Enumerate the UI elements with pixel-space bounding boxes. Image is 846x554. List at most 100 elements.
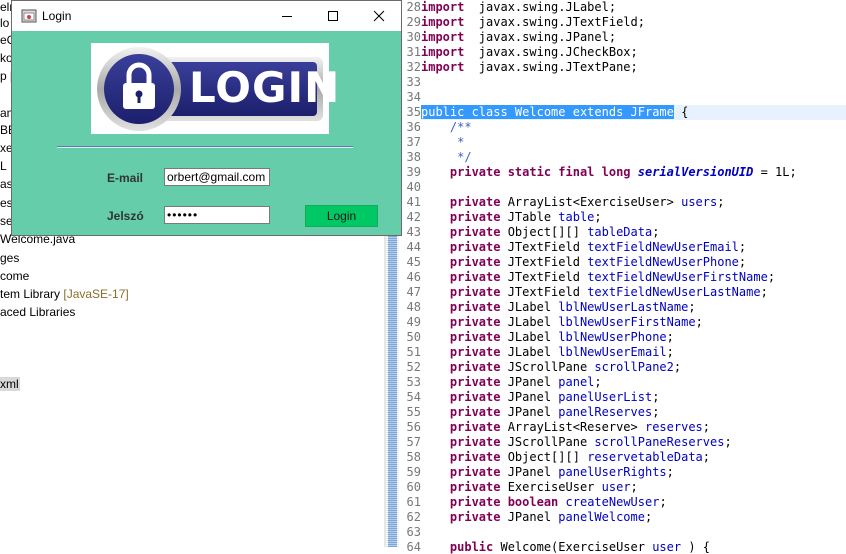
code-line: private boolean createNewUser; — [421, 495, 667, 509]
code-token: private static final long — [421, 165, 638, 179]
code-token: lblNewUserLastName — [558, 300, 689, 314]
code-token: private — [421, 210, 501, 224]
code-token: JLabel — [500, 345, 559, 359]
code-token: JScrollPane — [500, 435, 595, 449]
line-number: 34 — [406, 90, 421, 104]
code-token: private — [421, 450, 501, 464]
code-token: import — [421, 15, 465, 29]
code-token: private — [421, 195, 501, 209]
code-token: JScrollPane — [500, 360, 595, 374]
code-token: private — [421, 345, 501, 359]
line-number: 60 — [406, 480, 421, 494]
line-number: 63 — [406, 525, 421, 539]
code-token: JPanel — [500, 510, 559, 524]
code-token: ; — [717, 195, 725, 209]
code-token: panelUserRights — [558, 465, 667, 479]
code-line: private Object[][] reservetableData; — [421, 450, 710, 464]
title-bar[interactable]: Login — [12, 1, 401, 31]
code-token: JTextField — [500, 240, 588, 254]
maximize-icon — [328, 11, 338, 21]
code-token: private — [421, 405, 501, 419]
login-button[interactable]: Login — [305, 205, 378, 227]
code-line: import javax.swing.JPanel; — [421, 30, 616, 44]
code-token: panelWelcome — [558, 510, 645, 524]
code-token: = 1L; — [753, 165, 797, 179]
line-number: 64 — [406, 540, 421, 554]
code-line: /** — [421, 120, 472, 134]
tree-item[interactable]: aced Libraries — [0, 305, 75, 319]
code-line: private Object[][] tableData; — [421, 225, 660, 239]
code-token: Object[][] — [500, 225, 588, 239]
code-token: ; — [724, 435, 732, 449]
line-number: 48 — [406, 300, 421, 314]
code-token: javax.swing.JPanel; — [464, 30, 617, 44]
code-token: JPanel — [500, 375, 559, 389]
code-token: createNewUser — [565, 495, 660, 509]
line-number: 61 — [406, 495, 421, 509]
tree-item[interactable]: lo — [0, 16, 9, 30]
line-number: 53 — [406, 375, 421, 389]
code-token: import — [421, 0, 465, 14]
line-number: 51 — [406, 345, 421, 359]
code-token: ; — [652, 225, 660, 239]
tree-item[interactable]: ges — [0, 251, 19, 265]
code-token: ArrayList<Reserve> — [500, 420, 645, 434]
code-token: Object[][] — [500, 450, 588, 464]
code-token: private — [421, 435, 501, 449]
code-line: private static final long serialVersionU… — [421, 165, 797, 179]
code-token: ; — [688, 300, 696, 314]
code-token: private — [421, 255, 501, 269]
code-token: import — [421, 60, 465, 74]
code-line: private JTextField textFieldNewUserPhone… — [421, 255, 746, 269]
code-token: textFieldNewUserEmail — [587, 240, 739, 254]
code-token: /** — [421, 120, 472, 134]
minimize-button[interactable] — [264, 1, 310, 31]
login-window: Login LOGIN E-mail orbert@gmail.com Jels… — [11, 0, 402, 236]
code-token: ; — [652, 405, 660, 419]
code-line: private JScrollPane scrollPane2; — [421, 360, 681, 374]
line-number: 30 — [406, 30, 421, 44]
line-number: 62 — [406, 510, 421, 524]
code-token: ; — [659, 495, 667, 509]
line-number: 55 — [406, 405, 421, 419]
email-field[interactable]: orbert@gmail.com — [164, 168, 270, 186]
code-line: private ExerciseUser user; — [421, 480, 638, 494]
code-token: ; — [666, 345, 674, 359]
code-token: private — [421, 240, 501, 254]
tree-item[interactable]: L — [0, 159, 7, 173]
code-token: private — [421, 510, 501, 524]
code-token: JTextField — [500, 285, 588, 299]
maximize-button[interactable] — [310, 1, 356, 31]
code-token: private — [421, 375, 501, 389]
line-number: 32 — [406, 60, 421, 74]
code-token: JPanel — [500, 390, 559, 404]
code-line: import javax.swing.JCheckBox; — [421, 45, 638, 59]
code-editor[interactable]: 28 import javax.swing.JLabel; 29 import jav… — [386, 0, 846, 554]
code-token: ; — [702, 450, 711, 464]
code-token: user — [652, 540, 682, 554]
code-token: lblNewUserFirstName — [558, 315, 696, 329]
code-token: private boolean — [421, 495, 559, 509]
code-token: scrollPaneReserves — [594, 435, 725, 449]
code-line: public Welcome(ExerciseUser user ) { — [421, 540, 710, 554]
code-line: private JTable table; — [421, 210, 602, 224]
code-token: ; — [666, 465, 674, 479]
close-button[interactable] — [356, 1, 402, 31]
code-token: table — [558, 210, 595, 224]
code-token: JLabel — [500, 315, 559, 329]
line-number: 37 — [406, 135, 421, 149]
tree-item[interactable]: xml — [0, 377, 20, 391]
code-token: ; — [644, 510, 653, 524]
line-number: 44 — [406, 240, 421, 254]
code-token: ; — [673, 360, 682, 374]
code-line: private JTextField textFieldNewUserFirst… — [421, 270, 775, 284]
code-token: private — [421, 480, 501, 494]
tree-item[interactable]: come — [0, 269, 29, 283]
code-token: ; — [594, 210, 602, 224]
code-line: import javax.swing.JTextPane; — [421, 60, 638, 74]
password-field[interactable]: •••••• — [164, 206, 270, 224]
code-token: ; — [738, 255, 747, 269]
code-line: private JLabel lblNewUserEmail; — [421, 345, 674, 359]
tree-item[interactable]: tem Library [JavaSE-17] — [0, 287, 129, 301]
